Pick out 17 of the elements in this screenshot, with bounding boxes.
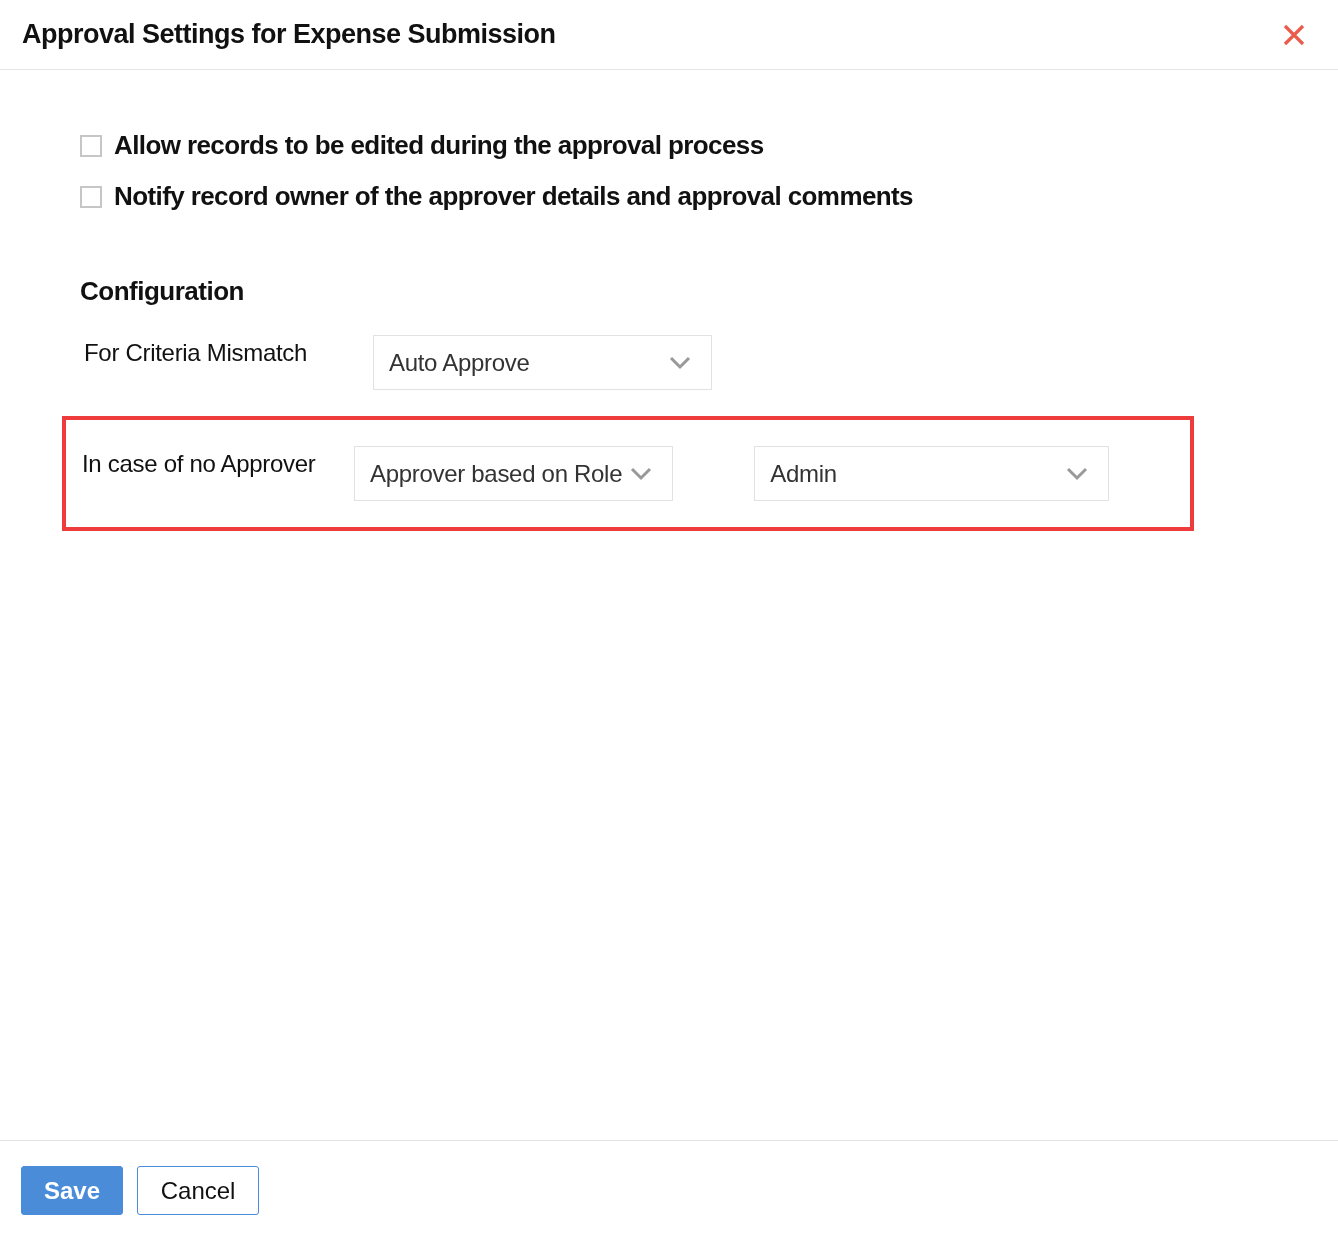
dialog-title: Approval Settings for Expense Submission [22,19,556,50]
close-button[interactable] [1282,22,1306,47]
chevron-down-icon [669,355,691,370]
close-icon [1283,23,1305,46]
checkbox-label: Notify record owner of the approver details and approval comments [114,181,913,212]
checkbox[interactable] [80,134,102,157]
chevron-down-icon [630,466,653,481]
cancel-button[interactable]: Cancel [137,1166,260,1215]
field-label: In case of no Approver [81,449,317,478]
dropdown-select[interactable]: Approver based on Role [353,446,674,501]
dropdown-select[interactable]: Auto Approve [373,335,712,390]
checkbox-label: Allow records to be edited during the approval process [114,130,764,161]
chevron-down-icon [1066,466,1088,481]
dropdown-select[interactable]: Admin [754,446,1109,501]
section-heading: Configuration [80,276,245,307]
checkbox[interactable] [80,185,102,208]
field-label: For Criteria Mismatch [83,338,309,367]
